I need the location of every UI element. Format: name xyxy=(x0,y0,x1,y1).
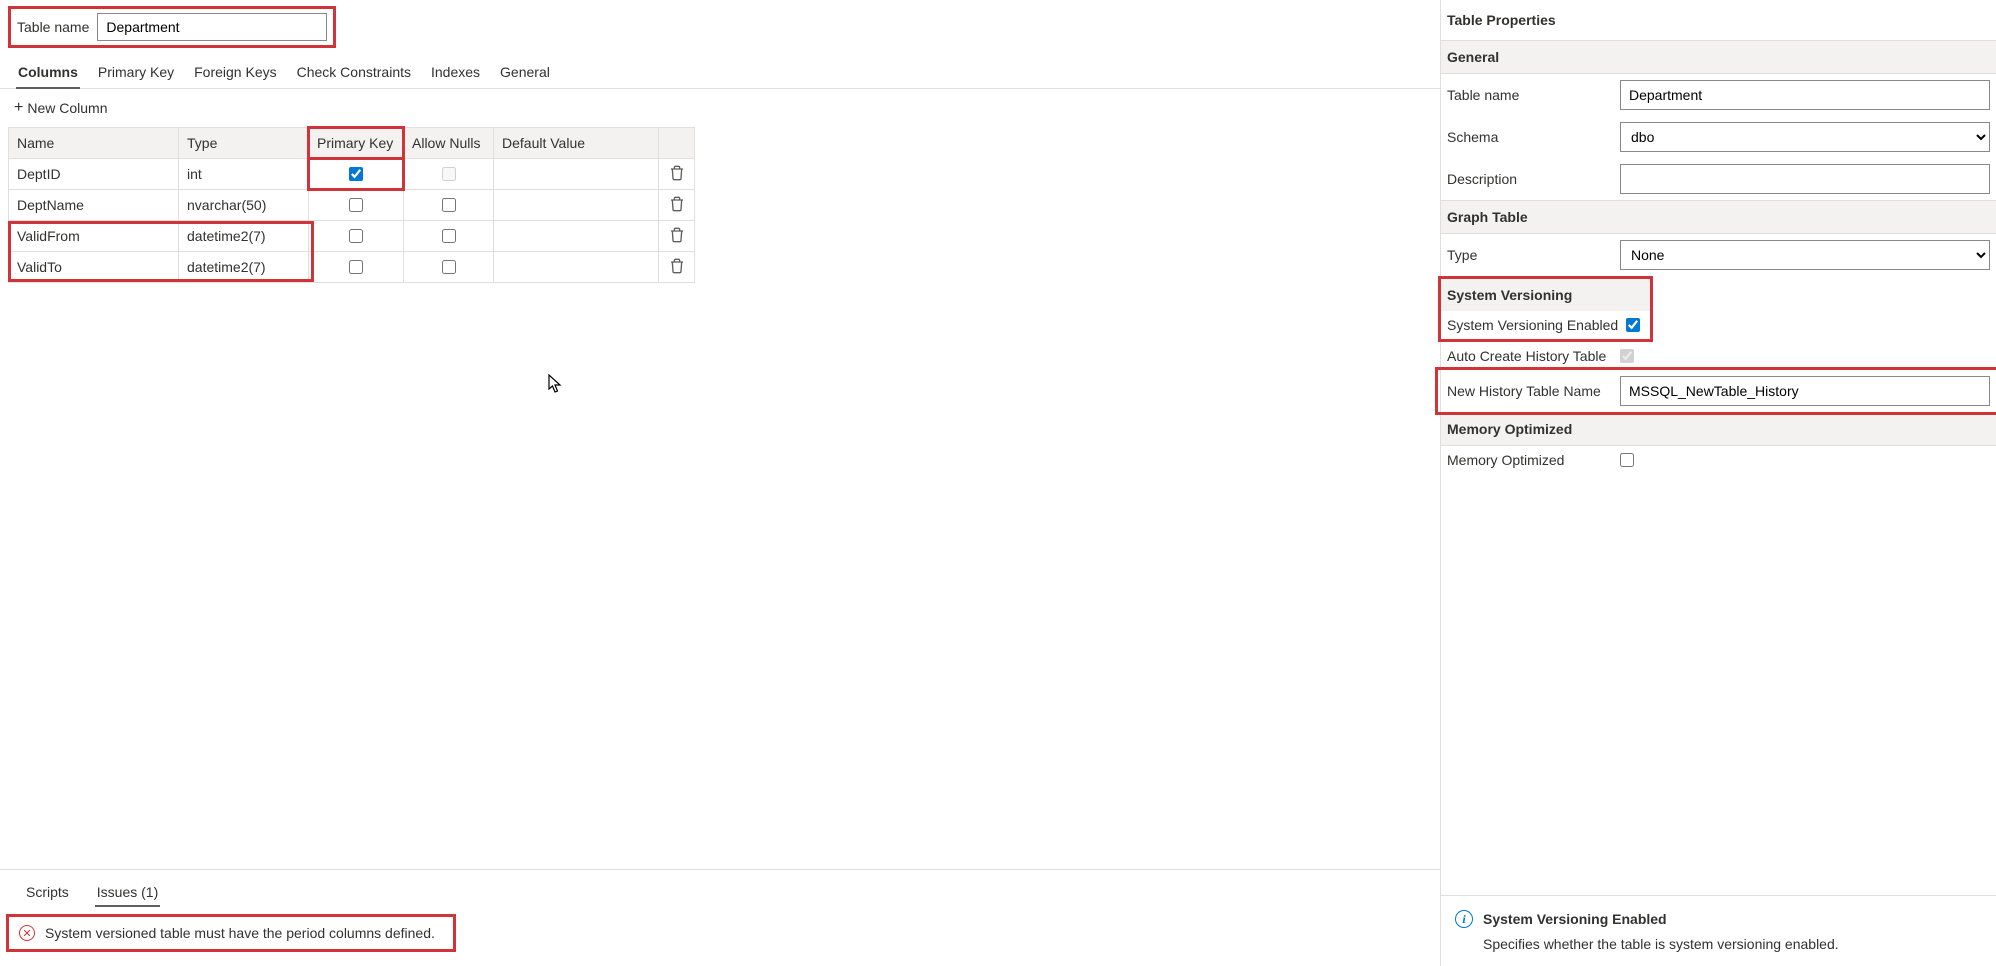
prop-sysver-enabled-checkbox[interactable] xyxy=(1626,318,1640,332)
cell-pk xyxy=(309,159,404,189)
section-memory-optimized: Memory Optimized xyxy=(1441,412,1996,446)
bottom-panel: Scripts Issues (1) ✕ System versioned ta… xyxy=(0,869,1440,966)
cell-pk xyxy=(309,252,404,282)
prop-auto-create-checkbox[interactable] xyxy=(1620,349,1634,363)
trash-icon xyxy=(669,258,685,277)
table-name-input[interactable] xyxy=(97,13,327,41)
header-type: Type xyxy=(179,128,309,158)
mouse-cursor-icon xyxy=(548,374,564,399)
tab-general[interactable]: General xyxy=(498,56,552,88)
table-name-label: Table name xyxy=(17,19,89,35)
table-row[interactable]: DeptName nvarchar(50) xyxy=(8,190,694,221)
properties-title: Table Properties xyxy=(1441,0,1996,40)
issue-item[interactable]: ✕ System versioned table must have the p… xyxy=(6,914,456,952)
delete-row-button[interactable] xyxy=(659,252,694,282)
pk-checkbox[interactable] xyxy=(349,260,363,274)
prop-table-name-label: Table name xyxy=(1447,87,1612,103)
nulls-checkbox[interactable] xyxy=(442,198,456,212)
prop-description-input[interactable] xyxy=(1620,164,1990,194)
prop-schema-select[interactable]: dbo xyxy=(1620,122,1990,152)
prop-auto-create-label: Auto Create History Table xyxy=(1447,348,1612,364)
tab-foreign-keys[interactable]: Foreign Keys xyxy=(192,56,278,88)
nulls-checkbox[interactable] xyxy=(442,229,456,243)
table-row[interactable]: DeptID int xyxy=(8,159,694,190)
header-name: Name xyxy=(9,128,179,158)
tab-issues[interactable]: Issues (1) xyxy=(95,878,160,906)
prop-schema-label: Schema xyxy=(1447,129,1612,145)
error-icon: ✕ xyxy=(19,925,35,941)
cell-default[interactable] xyxy=(494,159,659,189)
nulls-checkbox[interactable] xyxy=(442,260,456,274)
grid-header: Name Type Primary Key Allow Nulls Defaul… xyxy=(8,128,694,159)
prop-sysver-enabled-label: System Versioning Enabled xyxy=(1447,317,1618,333)
header-primary-key: Primary Key xyxy=(309,128,404,158)
cell-type[interactable]: datetime2(7) xyxy=(179,221,309,251)
plus-icon: + xyxy=(14,99,23,117)
cell-name[interactable]: ValidFrom xyxy=(9,221,179,251)
cell-name[interactable]: ValidTo xyxy=(9,252,179,282)
tab-primary-key[interactable]: Primary Key xyxy=(96,56,176,88)
delete-row-button[interactable] xyxy=(659,221,694,251)
designer-tabs: Columns Primary Key Foreign Keys Check C… xyxy=(0,54,1440,89)
columns-grid: Name Type Primary Key Allow Nulls Defaul… xyxy=(8,127,695,283)
prop-history-name-input[interactable] xyxy=(1620,376,1990,406)
cell-default[interactable] xyxy=(494,252,659,282)
info-icon: i xyxy=(1455,910,1473,928)
cell-name[interactable]: DeptName xyxy=(9,190,179,220)
prop-type-select[interactable]: None xyxy=(1620,240,1990,270)
prop-type-label: Type xyxy=(1447,247,1612,263)
delete-row-button[interactable] xyxy=(659,159,694,189)
prop-history-name-label: New History Table Name xyxy=(1447,383,1612,399)
section-graph-table: Graph Table xyxy=(1441,200,1996,234)
table-row[interactable]: ValidFrom datetime2(7) xyxy=(8,221,694,252)
tab-columns[interactable]: Columns xyxy=(16,56,80,88)
prop-memory-optimized-checkbox[interactable] xyxy=(1620,453,1634,467)
pk-checkbox[interactable] xyxy=(349,229,363,243)
header-default-value: Default Value xyxy=(494,128,659,158)
section-system-versioning: System Versioning xyxy=(1441,279,1650,311)
cell-default[interactable] xyxy=(494,221,659,251)
info-panel: i System Versioning Enabled Specifies wh… xyxy=(1441,895,1996,966)
trash-icon xyxy=(669,227,685,246)
prop-table-name-input[interactable] xyxy=(1620,80,1990,110)
nulls-checkbox[interactable] xyxy=(442,167,456,181)
section-general: General xyxy=(1441,40,1996,74)
info-body: Specifies whether the table is system ve… xyxy=(1455,936,1982,952)
cell-type[interactable]: int xyxy=(179,159,309,189)
table-name-header: Table name xyxy=(0,0,1440,54)
delete-row-button[interactable] xyxy=(659,190,694,220)
pk-checkbox[interactable] xyxy=(349,167,363,181)
tab-indexes[interactable]: Indexes xyxy=(429,56,482,88)
table-row[interactable]: ValidTo datetime2(7) xyxy=(8,252,694,282)
cell-name[interactable]: DeptID xyxy=(9,159,179,189)
trash-icon xyxy=(669,165,685,184)
cell-default[interactable] xyxy=(494,190,659,220)
prop-memory-optimized-label: Memory Optimized xyxy=(1447,452,1612,468)
issue-text: System versioned table must have the per… xyxy=(45,925,435,941)
cell-pk xyxy=(309,221,404,251)
cell-type[interactable]: datetime2(7) xyxy=(179,252,309,282)
info-title: System Versioning Enabled xyxy=(1483,911,1667,927)
trash-icon xyxy=(669,196,685,215)
new-column-label: New Column xyxy=(27,100,107,116)
cell-type[interactable]: nvarchar(50) xyxy=(179,190,309,220)
cell-nulls xyxy=(404,252,494,282)
header-allow-nulls: Allow Nulls xyxy=(404,128,494,158)
new-column-button[interactable]: + New Column xyxy=(0,89,121,127)
cell-nulls xyxy=(404,190,494,220)
tab-check-constraints[interactable]: Check Constraints xyxy=(295,56,413,88)
header-actions xyxy=(659,128,694,158)
tab-scripts[interactable]: Scripts xyxy=(24,878,71,906)
cell-pk xyxy=(309,190,404,220)
properties-sidebar: Table Properties General Table name Sche… xyxy=(1441,0,1996,966)
prop-description-label: Description xyxy=(1447,171,1612,187)
pk-checkbox[interactable] xyxy=(349,198,363,212)
cell-nulls xyxy=(404,221,494,251)
cell-nulls xyxy=(404,159,494,189)
